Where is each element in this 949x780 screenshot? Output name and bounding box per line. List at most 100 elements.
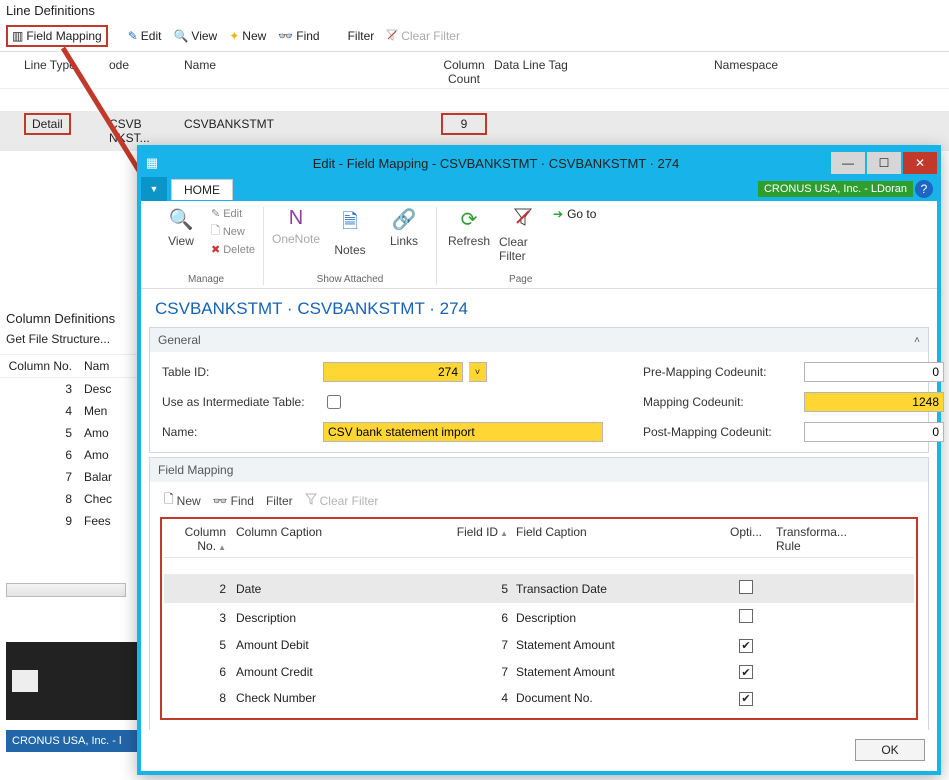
find-button[interactable]: 👓 Find <box>274 27 323 45</box>
fm-find-button[interactable]: 👓Find <box>213 494 254 508</box>
post-mapping-field[interactable] <box>804 422 944 442</box>
intermediate-checkbox[interactable] <box>327 395 341 409</box>
sort-asc-icon: ▲ <box>218 543 226 552</box>
optional-checkbox[interactable] <box>739 609 753 623</box>
fm-filter-label: Filter <box>266 494 293 508</box>
column-def-row[interactable]: 9Fees <box>0 510 145 532</box>
table-id-field[interactable] <box>323 362 463 382</box>
general-section-header[interactable]: General ˄ <box>150 328 928 352</box>
ribbon-onenote-button[interactable]: N OneNote <box>272 207 320 246</box>
field-mapping-button[interactable]: ▥ Field Mapping <box>6 25 108 47</box>
col-column-caption[interactable]: Column Caption <box>236 525 436 553</box>
col-transformation-rule[interactable]: Transforma...Rule <box>776 525 912 553</box>
binoculars-icon: 👓 <box>278 29 293 43</box>
fm-row-fieldcaption: Statement Amount <box>516 665 716 679</box>
field-mapping-icon: ▥ <box>12 29 23 43</box>
tab-home[interactable]: HOME <box>171 179 233 200</box>
optional-checkbox[interactable]: ✔ <box>739 639 753 653</box>
view-button[interactable]: 🔍 View <box>169 27 221 45</box>
col-column-no[interactable]: Column No.▲ <box>166 525 236 553</box>
col-code[interactable]: ode <box>109 58 184 86</box>
ribbon-goto-button[interactable]: ➔ Go to <box>553 207 596 221</box>
column-def-row[interactable]: 7Balar <box>0 466 145 488</box>
maximize-button[interactable]: ☐ <box>867 152 901 174</box>
help-icon[interactable]: ? <box>915 180 933 198</box>
links-icon: 🔗 <box>392 207 417 232</box>
field-mapping-section: Field Mapping 🗋New 👓Find Filter Clear Fi… <box>149 457 929 730</box>
col-namespace[interactable]: Namespace <box>714 58 945 86</box>
pre-mapping-label: Pre-Mapping Codeunit: <box>643 365 798 379</box>
fm-filter-button[interactable]: Filter <box>266 494 293 508</box>
fm-new-button[interactable]: 🗋New <box>164 490 201 511</box>
ribbon-tab-bar: ▼ HOME CRONUS USA, Inc. - LDoran ? <box>141 177 937 201</box>
name-field[interactable] <box>323 422 603 442</box>
cd-row-name: Amo <box>84 448 141 462</box>
ribbon-clear-filter-button[interactable]: Clear Filter <box>499 207 547 263</box>
field-mapping-row[interactable]: 3Description6Description <box>164 603 914 632</box>
col-count[interactable]: Column Count <box>434 58 494 86</box>
col-field-caption[interactable]: Field Caption <box>516 525 716 553</box>
table-id-dropdown-button[interactable]: ˅ <box>469 362 487 382</box>
ribbon-view-button[interactable]: 🔍 View <box>157 207 205 248</box>
ok-button[interactable]: OK <box>855 739 925 761</box>
cd-colno-head[interactable]: Column No. <box>4 359 84 373</box>
ribbon-goto-label: Go to <box>567 207 596 221</box>
col-name[interactable]: Name <box>184 58 434 86</box>
field-mapping-window: ▦ Edit - Field Mapping - CSVBANKSTMT · C… <box>137 145 941 775</box>
minimize-button[interactable]: — <box>831 152 865 174</box>
funnel-clear-icon <box>305 493 317 508</box>
fm-clear-filter-button[interactable]: Clear Filter <box>305 493 379 508</box>
col-data-line-tag[interactable]: Data Line Tag <box>494 58 714 86</box>
mapping-codeunit-field[interactable] <box>804 392 944 412</box>
field-mapping-row[interactable]: 6Amount Credit7Statement Amount ✔ <box>164 659 914 686</box>
pre-mapping-field[interactable] <box>804 362 944 382</box>
fm-row-caption: Check Number <box>236 691 436 705</box>
ribbon-links-button[interactable]: 🔗 Links <box>380 207 428 248</box>
pencil-icon: ✎ <box>211 207 220 220</box>
close-button[interactable]: ✕ <box>903 152 937 174</box>
field-mapping-row[interactable]: 2Date5Transaction Date <box>164 574 914 603</box>
ribbon-new-button[interactable]: 🗋New <box>211 222 255 241</box>
fm-row-no: 6 <box>166 665 236 679</box>
filter-label: Filter <box>348 29 375 43</box>
ribbon-delete-button[interactable]: ✖Delete <box>211 243 255 256</box>
general-section: General ˄ Table ID: ˅ Use as Intermediat… <box>149 327 929 453</box>
col-line-type[interactable]: Line Type <box>4 58 109 86</box>
column-def-row[interactable]: 3Desc <box>0 378 145 400</box>
get-file-structure-button[interactable]: Get File Structure... <box>0 329 145 355</box>
filter-button[interactable]: Filter <box>344 27 379 45</box>
field-mapping-title: Field Mapping <box>158 463 233 477</box>
column-def-row[interactable]: 8Chec <box>0 488 145 510</box>
ribbon-notes-label: Notes <box>334 243 365 257</box>
ribbon-clear-filter-label: Clear Filter <box>499 235 547 263</box>
line-def-column-headers: Line Type ode Name Column Count Data Lin… <box>0 52 949 89</box>
column-def-row[interactable]: 5Amo <box>0 422 145 444</box>
optional-checkbox[interactable]: ✔ <box>739 665 753 679</box>
edit-button[interactable]: ✎ Edit <box>124 27 166 45</box>
horizontal-scrollbar[interactable] <box>6 583 126 597</box>
col-field-id[interactable]: Field ID▲ <box>436 525 516 553</box>
ribbon-refresh-button[interactable]: ⟳ Refresh <box>445 207 493 248</box>
optional-checkbox[interactable] <box>739 580 753 594</box>
cd-name-head[interactable]: Nam <box>84 359 141 373</box>
field-mapping-row[interactable]: 8Check Number4Document No.✔ <box>164 685 914 712</box>
cd-row-no: 9 <box>4 514 84 528</box>
row-name: CSVBANKSTMT <box>184 117 434 145</box>
optional-checkbox[interactable]: ✔ <box>739 692 753 706</box>
clear-filter-button[interactable]: Clear Filter <box>382 27 464 46</box>
window-titlebar[interactable]: ▦ Edit - Field Mapping - CSVBANKSTMT · C… <box>141 149 937 177</box>
field-mapping-row[interactable]: 5Amount Debit7Statement Amount✔ <box>164 632 914 659</box>
field-mapping-section-header[interactable]: Field Mapping <box>150 458 928 482</box>
fm-row-fieldcaption: Transaction Date <box>516 582 716 596</box>
fm-new-label: New <box>177 494 201 508</box>
ribbon-refresh-label: Refresh <box>448 234 490 248</box>
fm-row-fieldid: 7 <box>436 665 516 679</box>
column-def-row[interactable]: 4Men <box>0 400 145 422</box>
ribbon-edit-button[interactable]: ✎Edit <box>211 207 255 220</box>
file-menu-button[interactable]: ▼ <box>141 177 167 201</box>
col-optional[interactable]: Opti... <box>716 525 776 553</box>
ribbon-notes-button[interactable]: 🗎 Notes <box>326 207 374 257</box>
fm-row-caption: Amount Credit <box>236 665 436 679</box>
column-def-row[interactable]: 6Amo <box>0 444 145 466</box>
new-button[interactable]: ✦ New <box>225 27 270 45</box>
